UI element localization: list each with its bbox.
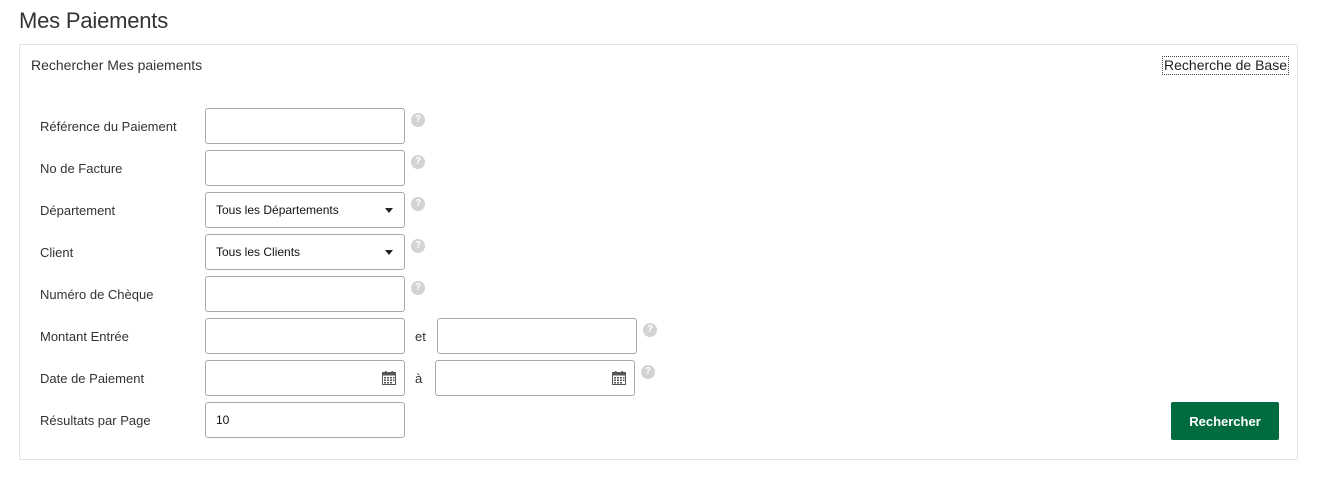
results-per-page-input[interactable] xyxy=(205,402,405,438)
invoice-number-label: No de Facture xyxy=(40,161,123,176)
payment-date-from-input[interactable] xyxy=(205,360,405,396)
cheque-number-label: Numéro de Chèque xyxy=(40,287,154,302)
help-icon[interactable]: ? xyxy=(411,281,425,295)
payment-reference-label: Référence du Paiement xyxy=(40,119,177,134)
help-icon[interactable]: ? xyxy=(411,113,425,127)
department-select[interactable]: Tous les Départements xyxy=(205,192,405,228)
basic-search-link[interactable]: Recherche de Base xyxy=(1162,56,1289,75)
department-selected-value: Tous les Départements xyxy=(216,203,339,217)
payment-date-label: Date de Paiement xyxy=(40,371,145,386)
calendar-icon[interactable] xyxy=(382,371,396,385)
panel-heading: Rechercher Mes paiements xyxy=(31,57,203,73)
search-button[interactable]: Rechercher xyxy=(1171,402,1279,440)
help-icon[interactable]: ? xyxy=(411,155,425,169)
payment-reference-input[interactable] xyxy=(205,108,405,144)
client-label: Client xyxy=(40,245,74,260)
payment-date-to-input[interactable] xyxy=(435,360,635,396)
amount-from-input[interactable] xyxy=(205,318,405,354)
help-icon[interactable]: ? xyxy=(411,239,425,253)
department-label: Département xyxy=(40,203,116,218)
page-title: Mes Paiements xyxy=(19,8,169,33)
amount-label: Montant Entrée xyxy=(40,329,129,344)
invoice-number-input[interactable] xyxy=(205,150,405,186)
help-icon[interactable]: ? xyxy=(641,365,655,379)
cheque-number-input[interactable] xyxy=(205,276,405,312)
help-icon[interactable]: ? xyxy=(643,323,657,337)
amount-separator: et xyxy=(415,329,426,344)
client-selected-value: Tous les Clients xyxy=(216,245,301,259)
search-panel: Rechercher Mes paiements Recherche de Ba… xyxy=(19,44,1298,460)
chevron-down-icon xyxy=(385,250,393,255)
client-select[interactable]: Tous les Clients xyxy=(205,234,405,270)
chevron-down-icon xyxy=(385,208,393,213)
payment-date-separator: à xyxy=(415,371,423,386)
calendar-icon[interactable] xyxy=(612,371,626,385)
amount-to-input[interactable] xyxy=(437,318,637,354)
results-per-page-label: Résultats par Page xyxy=(40,413,151,428)
help-icon[interactable]: ? xyxy=(411,197,425,211)
